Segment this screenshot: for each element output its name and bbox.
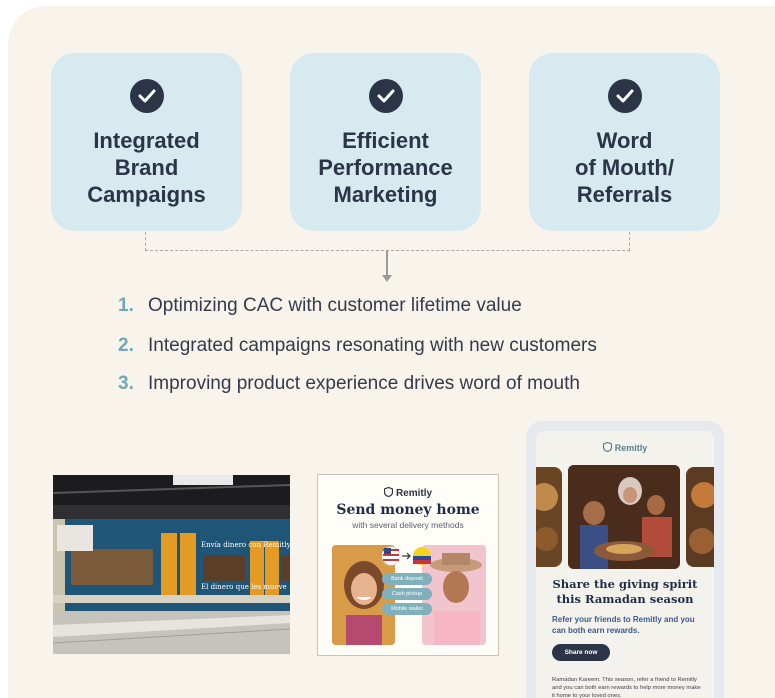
ad-headline: Send money home <box>336 502 480 518</box>
remitly-logo: Remitly <box>318 486 498 500</box>
send-money-ad-card: Remitly Send money home with several del… <box>317 474 499 656</box>
pillar-card-brand-campaigns: Integrated Brand Campaigns <box>51 53 242 231</box>
list-item: 3. Improving product experience drives wo… <box>118 373 580 395</box>
list-number: 1. <box>118 295 134 316</box>
connector-line <box>145 232 146 251</box>
subway-ad-photo: Envía dinero con Remitly El dinero que l… <box>53 475 290 654</box>
pillar-card-performance-marketing: Efficient Performance Marketing <box>290 53 481 231</box>
pillar-title: Integrated Brand Campaigns <box>87 128 206 207</box>
phone-body-text: Ramadan Kareem. This season, refer a fri… <box>552 677 701 698</box>
delivery-option-pill: Cash pickup <box>382 588 432 600</box>
remitly-shield-icon <box>602 441 612 454</box>
food-photo-left <box>536 467 562 567</box>
list-item: 1. Optimizing CAC with customer lifetime … <box>118 295 522 317</box>
list-item: 2. Integrated campaigns resonating with n… <box>118 335 597 357</box>
content-panel: Integrated Brand Campaigns Efficient Per… <box>8 6 775 698</box>
list-text: Integrated campaigns resonating with new… <box>148 335 597 356</box>
flag-exchange <box>381 545 432 567</box>
list-number: 3. <box>118 373 134 394</box>
remitly-shield-icon <box>383 486 394 500</box>
list-number: 2. <box>118 335 134 356</box>
subway-train-illustration <box>53 475 290 654</box>
phone-headline: Share the giving spirit this Ramadan sea… <box>552 577 698 606</box>
list-text: Improving product experience drives word… <box>148 373 580 394</box>
arrow-down-icon <box>386 251 388 277</box>
check-circle-icon <box>129 79 164 113</box>
share-now-button[interactable]: Share now <box>552 644 610 661</box>
ad-subtitle: with several delivery methods <box>352 520 464 530</box>
arrow-down-icon <box>382 275 392 282</box>
pillar-card-referrals: Word of Mouth/ Referrals <box>529 53 720 231</box>
remitly-logo: Remitly <box>536 441 714 454</box>
food-photo-right <box>686 467 714 567</box>
logo-text: Remitly <box>395 488 433 499</box>
connector-line <box>629 232 630 251</box>
phone-mockup: Remitly Share the giving spirit this Ram… <box>526 421 724 698</box>
family-dinner-photo <box>568 465 680 569</box>
subway-ad-headline: Envía dinero con Remitly <box>201 541 290 549</box>
subway-ad-tagline: El dinero que les mueve <box>201 583 287 591</box>
logo-text: Remitly <box>614 443 648 453</box>
phone-screen: Remitly Share the giving spirit this Ram… <box>536 431 714 698</box>
pillar-title: Efficient Performance Marketing <box>318 128 453 207</box>
connector-line <box>145 250 630 251</box>
phone-subtext: Refer your friends to Remitly and you ca… <box>552 615 695 635</box>
check-circle-icon <box>607 79 642 113</box>
pillar-title: Word of Mouth/ Referrals <box>575 128 674 207</box>
delivery-option-pill: Bank deposit <box>382 573 432 585</box>
list-text: Optimizing CAC with customer lifetime va… <box>148 295 522 316</box>
check-circle-icon <box>368 79 403 113</box>
delivery-option-pill: Mobile wallet <box>382 603 432 615</box>
